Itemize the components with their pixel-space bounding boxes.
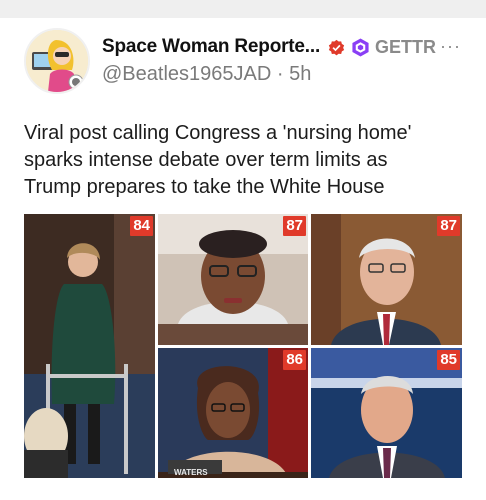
- age-badge: 85: [437, 350, 460, 370]
- gettr-logo-icon: [352, 37, 369, 57]
- image-tile-2[interactable]: 87: [158, 214, 308, 345]
- nameplate-text: WATERS: [174, 468, 208, 477]
- age-badge: 86: [283, 350, 306, 370]
- photo-woman-walker: [24, 214, 155, 478]
- verified-badge-icon: [328, 39, 345, 55]
- post-text-line: sparks intense debate over term limits a…: [24, 149, 388, 171]
- age-badge: 87: [437, 216, 460, 236]
- separator-dot: ·: [276, 63, 284, 85]
- author-row: Space Woman Reporte... GETTR: [102, 34, 436, 60]
- platform-label: GETTR: [375, 36, 437, 57]
- age-badge: 84: [130, 216, 153, 236]
- avatar-illustration: [26, 30, 88, 92]
- image-grid[interactable]: 84 87 87 WATERS 86 85: [24, 214, 462, 478]
- author-handle[interactable]: @Beatles1965JAD: [102, 63, 271, 85]
- post-text: Viral post calling Congress a 'nursing h…: [24, 120, 464, 201]
- post-time[interactable]: 5h: [289, 63, 311, 85]
- top-divider-bar: [0, 0, 486, 18]
- age-badge: 87: [283, 216, 306, 236]
- post-text-line: Viral post calling Congress a 'nursing h…: [24, 122, 412, 144]
- image-tile-4[interactable]: WATERS 86: [158, 348, 308, 478]
- handle-row: @Beatles1965JAD · 5h: [102, 63, 311, 86]
- post-text-line: Trump prepares to take the White House: [24, 176, 385, 198]
- image-tile-3[interactable]: 87: [311, 214, 462, 345]
- image-tile-1[interactable]: 84: [24, 214, 155, 478]
- author-display-name[interactable]: Space Woman Reporte...: [102, 36, 320, 58]
- more-options-icon[interactable]: ···: [440, 36, 461, 57]
- avatar[interactable]: [24, 28, 90, 94]
- image-tile-5[interactable]: 85: [311, 348, 462, 478]
